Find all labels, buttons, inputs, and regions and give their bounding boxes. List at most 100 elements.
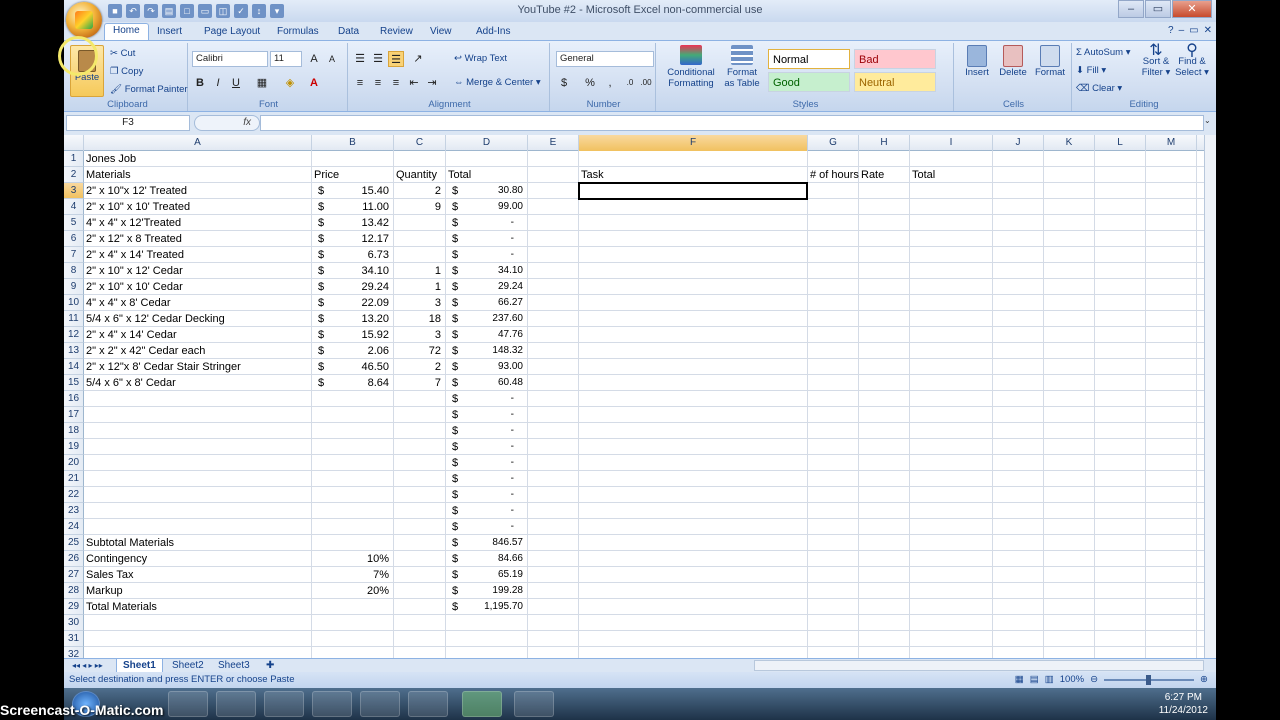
page-layout-view-icon[interactable]: ▤: [1030, 672, 1039, 688]
italic-button[interactable]: I: [210, 75, 226, 91]
cell-d29[interactable]: 1,195.70: [446, 599, 523, 615]
cell-a11[interactable]: 5/4 x 6" x 12' Cedar Decking: [86, 311, 225, 327]
row-header-5[interactable]: 5: [64, 215, 84, 231]
cell-c13[interactable]: 72: [394, 343, 441, 359]
cell-d2[interactable]: Total: [448, 167, 471, 183]
sheet-nav-icon[interactable]: ◂◂ ◂ ▸ ▸▸: [66, 659, 109, 673]
zoom-out-icon[interactable]: ⊖: [1090, 672, 1098, 688]
style-good[interactable]: Good: [768, 72, 850, 92]
column-header-e[interactable]: E: [528, 135, 579, 151]
row-header-28[interactable]: 28: [64, 583, 84, 599]
cell-b9[interactable]: 29.24: [312, 279, 389, 295]
excel-taskbar-icon[interactable]: [462, 691, 502, 717]
cell-b7[interactable]: 6.73: [312, 247, 389, 263]
cell-c15[interactable]: 7: [394, 375, 441, 391]
cell-h2[interactable]: Rate: [861, 167, 884, 183]
help-icon[interactable]: ?: [1168, 25, 1174, 36]
border-icon[interactable]: ▦: [254, 75, 270, 91]
row-header-25[interactable]: 25: [64, 535, 84, 551]
row-header-23[interactable]: 23: [64, 503, 84, 519]
cell-d27[interactable]: 65.19: [446, 567, 523, 583]
decrease-decimal-icon[interactable]: .00: [638, 75, 654, 91]
cell-a15[interactable]: 5/4 x 6" x 8' Cedar: [86, 375, 176, 391]
row-header-11[interactable]: 11: [64, 311, 84, 327]
cell-b5[interactable]: 13.42: [312, 215, 389, 231]
style-normal[interactable]: Normal: [768, 49, 850, 69]
format-as-table-button[interactable]: Format as Table: [722, 45, 762, 89]
sort-icon[interactable]: ↕: [252, 4, 266, 18]
row-header-18[interactable]: 18: [64, 423, 84, 439]
cell-d10[interactable]: 66.27: [446, 295, 523, 311]
row-header-26[interactable]: 26: [64, 551, 84, 567]
chrome-taskbar-icon[interactable]: [168, 691, 208, 717]
insert-sheet-icon[interactable]: ✚: [260, 659, 280, 673]
normal-view-icon[interactable]: ▦: [1015, 672, 1024, 688]
cell-d9[interactable]: 29.24: [446, 279, 523, 295]
align-top-icon[interactable]: ☰: [352, 51, 368, 67]
cell-d25[interactable]: 846.57: [446, 535, 523, 551]
style-bad[interactable]: Bad: [854, 49, 936, 69]
grow-font-icon[interactable]: A: [306, 51, 322, 67]
row-header-8[interactable]: 8: [64, 263, 84, 279]
cell-d23[interactable]: -: [446, 503, 514, 519]
cell-a1[interactable]: Jones Job: [86, 151, 136, 167]
cell-c10[interactable]: 3: [394, 295, 441, 311]
cell-d22[interactable]: -: [446, 487, 514, 503]
align-right-icon[interactable]: ≡: [388, 75, 404, 91]
cell-d7[interactable]: -: [446, 247, 514, 263]
column-header-a[interactable]: A: [84, 135, 312, 151]
new-icon[interactable]: □: [180, 4, 194, 18]
currency-button[interactable]: $: [556, 75, 572, 91]
page-break-view-icon[interactable]: ▥: [1045, 672, 1054, 688]
cell-a6[interactable]: 2" x 12" x 8 Treated: [86, 231, 182, 247]
row-header-2[interactable]: 2: [64, 167, 84, 183]
fill-button[interactable]: ⬇ Fill ▾: [1076, 65, 1106, 76]
zoom-slider[interactable]: [1104, 675, 1195, 685]
cell-d17[interactable]: -: [446, 407, 514, 423]
column-header-j[interactable]: J: [993, 135, 1044, 151]
tab-view[interactable]: View: [422, 25, 460, 38]
cell-b3[interactable]: 15.40: [312, 183, 389, 199]
cell-a26[interactable]: Contingency: [86, 551, 147, 567]
align-bottom-icon[interactable]: ☰: [388, 51, 404, 67]
row-header-32[interactable]: 32: [64, 647, 84, 658]
cell-g2[interactable]: # of hours: [810, 167, 859, 183]
shrink-font-icon[interactable]: A: [324, 51, 340, 67]
tab-insert[interactable]: Insert: [149, 25, 190, 38]
percent-button[interactable]: %: [582, 75, 598, 91]
cell-b8[interactable]: 34.10: [312, 263, 389, 279]
align-left-icon[interactable]: ≡: [352, 75, 368, 91]
row-header-31[interactable]: 31: [64, 631, 84, 647]
save-icon[interactable]: ■: [108, 4, 122, 18]
cell-d15[interactable]: 60.48: [446, 375, 523, 391]
cell-d20[interactable]: -: [446, 455, 514, 471]
cell-f2[interactable]: Task: [581, 167, 604, 183]
active-cell-f3[interactable]: [578, 182, 808, 200]
undo-icon[interactable]: ↶: [126, 4, 140, 18]
cell-b10[interactable]: 22.09: [312, 295, 389, 311]
style-neutral[interactable]: Neutral: [854, 72, 936, 92]
autosum-button[interactable]: Σ AutoSum ▾: [1076, 47, 1131, 58]
insert-cells-button[interactable]: Insert: [960, 45, 994, 78]
increase-indent-icon[interactable]: ⇥: [424, 75, 440, 91]
row-header-22[interactable]: 22: [64, 487, 84, 503]
clock[interactable]: 6:27 PM 11/24/2012: [1159, 691, 1208, 717]
cell-b11[interactable]: 13.20: [312, 311, 389, 327]
row-header-10[interactable]: 10: [64, 295, 84, 311]
clear-button[interactable]: ⌫ Clear ▾: [1076, 83, 1122, 94]
font-name-combo[interactable]: Calibri: [192, 51, 268, 67]
name-box[interactable]: F3: [66, 115, 190, 131]
customize-icon[interactable]: ▾: [270, 4, 284, 18]
cell-d8[interactable]: 34.10: [446, 263, 523, 279]
cell-b2[interactable]: Price: [314, 167, 339, 183]
cell-c7[interactable]: [394, 247, 441, 263]
print-icon[interactable]: ▤: [162, 4, 176, 18]
column-header-f[interactable]: F: [579, 135, 808, 151]
column-header-m[interactable]: M: [1146, 135, 1197, 151]
tab-add-ins[interactable]: Add-Ins: [468, 25, 518, 38]
cell-a27[interactable]: Sales Tax: [86, 567, 134, 583]
cell-c6[interactable]: [394, 231, 441, 247]
cell-a13[interactable]: 2" x 2" x 42" Cedar each: [86, 343, 205, 359]
column-header-g[interactable]: G: [808, 135, 859, 151]
cell-b4[interactable]: 11.00: [312, 199, 389, 215]
